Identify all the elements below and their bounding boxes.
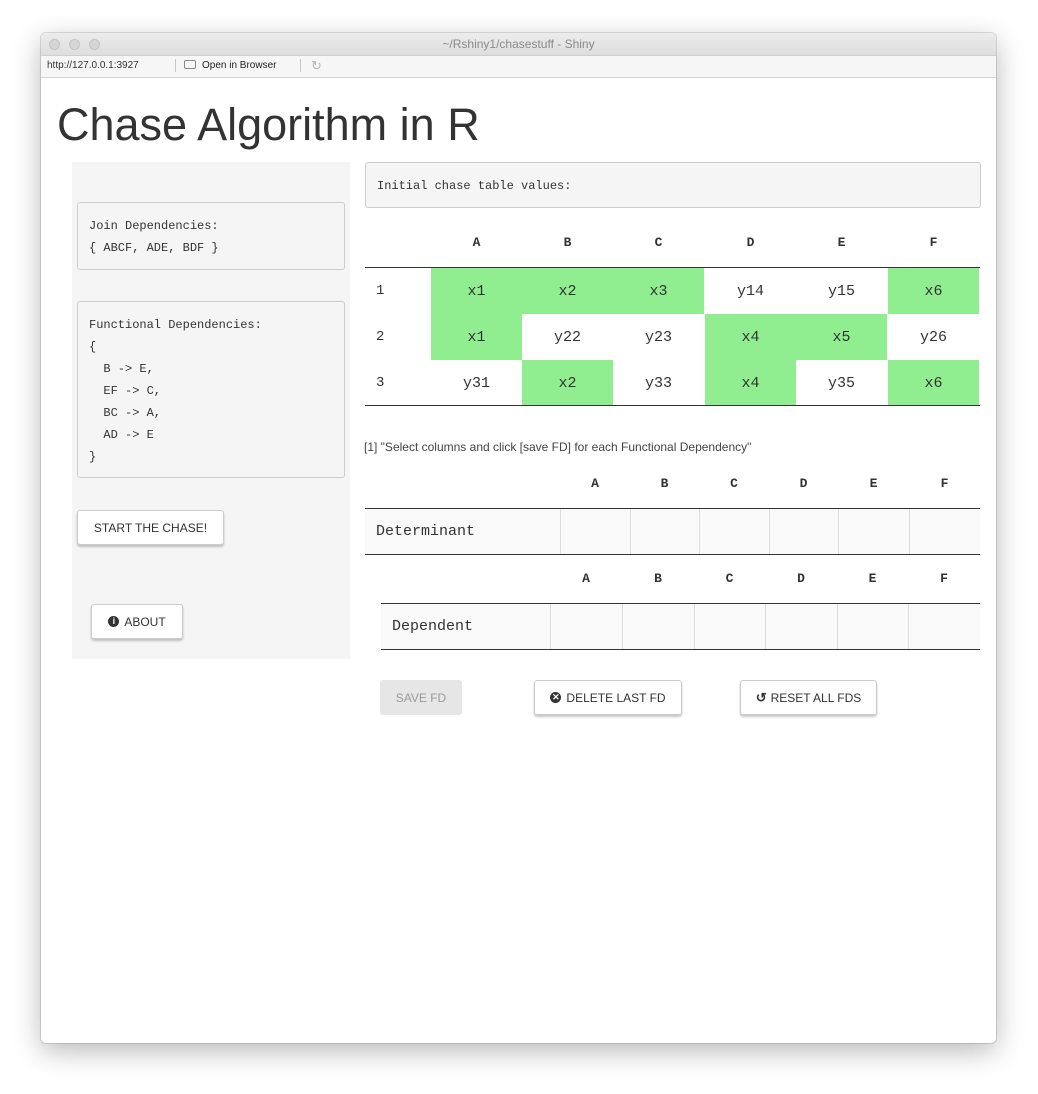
dependent-header-e: E: [868, 571, 877, 586]
delete-last-fd-button[interactable]: ✕ DELETE LAST FD: [534, 680, 682, 715]
determinant-select-e[interactable]: [838, 509, 909, 554]
dependent-header-a: A: [582, 571, 590, 586]
title-bar: ~/Rshiny1/chasestuff - Shiny: [41, 33, 996, 56]
save-fd-label: SAVE FD: [395, 690, 447, 705]
dependent-select-e[interactable]: [837, 604, 908, 649]
column-header-d: D: [746, 235, 755, 250]
join-dependencies-box: Join Dependencies: { ABCF, ADE, BDF }: [77, 202, 345, 270]
chase-cell: y22: [553, 328, 581, 346]
determinant-header-c: C: [730, 476, 738, 491]
row-label: 1: [376, 283, 385, 299]
chase-cell: x6: [888, 360, 979, 406]
divider: [300, 59, 301, 72]
chase-cell: x1: [431, 268, 522, 314]
dependent-label: Dependent: [381, 604, 550, 649]
initial-chase-label-box: Initial chase table values:: [365, 162, 981, 208]
undo-icon: ↺: [755, 689, 767, 705]
chase-cell: x6: [888, 268, 979, 314]
about-button[interactable]: i ABOUT: [91, 604, 183, 639]
determinant-bottom-rule: [365, 554, 980, 555]
open-in-browser-label: Open in Browser: [202, 60, 277, 71]
table-bottom-rule: [365, 405, 980, 406]
browser-window-icon: [184, 60, 196, 69]
chase-cell: x4: [705, 360, 796, 406]
url-text: http://127.0.0.1:3927: [47, 60, 139, 71]
determinant-select-a[interactable]: [560, 509, 630, 554]
chase-cell: y23: [644, 328, 672, 346]
dependent-select-b[interactable]: [622, 604, 694, 649]
determinant-select-b[interactable]: [630, 509, 699, 554]
determinant-header-e: E: [869, 476, 878, 491]
start-chase-button[interactable]: START THE CHASE!: [77, 510, 224, 545]
determinant-label: Determinant: [365, 509, 560, 554]
chase-cell: x4: [705, 314, 796, 360]
save-fd-button[interactable]: SAVE FD: [380, 680, 462, 715]
window-title: ~/Rshiny1/chasestuff - Shiny: [442, 37, 595, 51]
dependent-select-f[interactable]: [908, 604, 980, 649]
chase-cell: y31: [462, 374, 490, 392]
row-label: 2: [376, 329, 385, 345]
reset-all-fds-button[interactable]: ↺ RESET ALL FDS: [740, 680, 877, 715]
chase-cell: x5: [796, 314, 887, 360]
determinant-select-f[interactable]: [909, 509, 980, 554]
chase-cell: y33: [644, 374, 672, 392]
times-circle-icon: ✕: [550, 692, 562, 703]
about-label: ABOUT: [124, 614, 166, 629]
row-label: 3: [376, 375, 385, 391]
dependent-bottom-rule: [381, 649, 980, 650]
dependent-header-f: F: [940, 571, 948, 586]
divider: [175, 59, 176, 72]
page-title: Chase Algorithm in R: [57, 99, 480, 150]
determinant-select-d[interactable]: [769, 509, 838, 554]
dependent-header-c: C: [725, 571, 734, 586]
chase-cell: y26: [919, 328, 947, 346]
column-header-a: A: [472, 235, 481, 250]
chase-cell: y15: [827, 282, 855, 300]
determinant-header-b: B: [660, 476, 669, 491]
functional-dependencies-box: Functional Dependencies: { B -> E, EF ->…: [77, 301, 345, 478]
dependent-select-c[interactable]: [694, 604, 765, 649]
column-header-b: B: [563, 235, 572, 250]
dependent-select-a[interactable]: [550, 604, 622, 649]
start-chase-label: START THE CHASE!: [93, 520, 208, 535]
determinant-header-a: A: [591, 476, 599, 491]
instruction-text: [1] "Select columns and click [save FD] …: [364, 440, 752, 454]
open-in-browser-button[interactable]: Open in Browser: [184, 60, 276, 71]
column-header-f: F: [929, 235, 938, 250]
chase-cell: x2: [522, 360, 613, 406]
chase-cell: y35: [827, 374, 855, 392]
chase-cell: x3: [613, 268, 704, 314]
determinant-header-f: F: [940, 476, 949, 491]
column-header-e: E: [837, 235, 846, 250]
determinant-select-c[interactable]: [699, 509, 769, 554]
refresh-icon[interactable]: ↻: [311, 58, 322, 74]
dependent-header-b: B: [654, 571, 662, 586]
info-circle-icon: i: [108, 616, 120, 627]
chase-cell: x1: [431, 314, 522, 360]
address-bar: http://127.0.0.1:3927 Open in Browser ↻: [41, 56, 996, 78]
chase-cell: x2: [522, 268, 613, 314]
column-header-c: C: [654, 235, 663, 250]
reset-all-fds-label: RESET ALL FDS: [770, 690, 862, 705]
dependent-header-d: D: [797, 571, 805, 586]
dependent-select-d[interactable]: [765, 604, 837, 649]
chase-cell: y14: [736, 282, 764, 300]
delete-last-fd-label: DELETE LAST FD: [566, 690, 666, 705]
determinant-header-d: D: [799, 476, 808, 491]
